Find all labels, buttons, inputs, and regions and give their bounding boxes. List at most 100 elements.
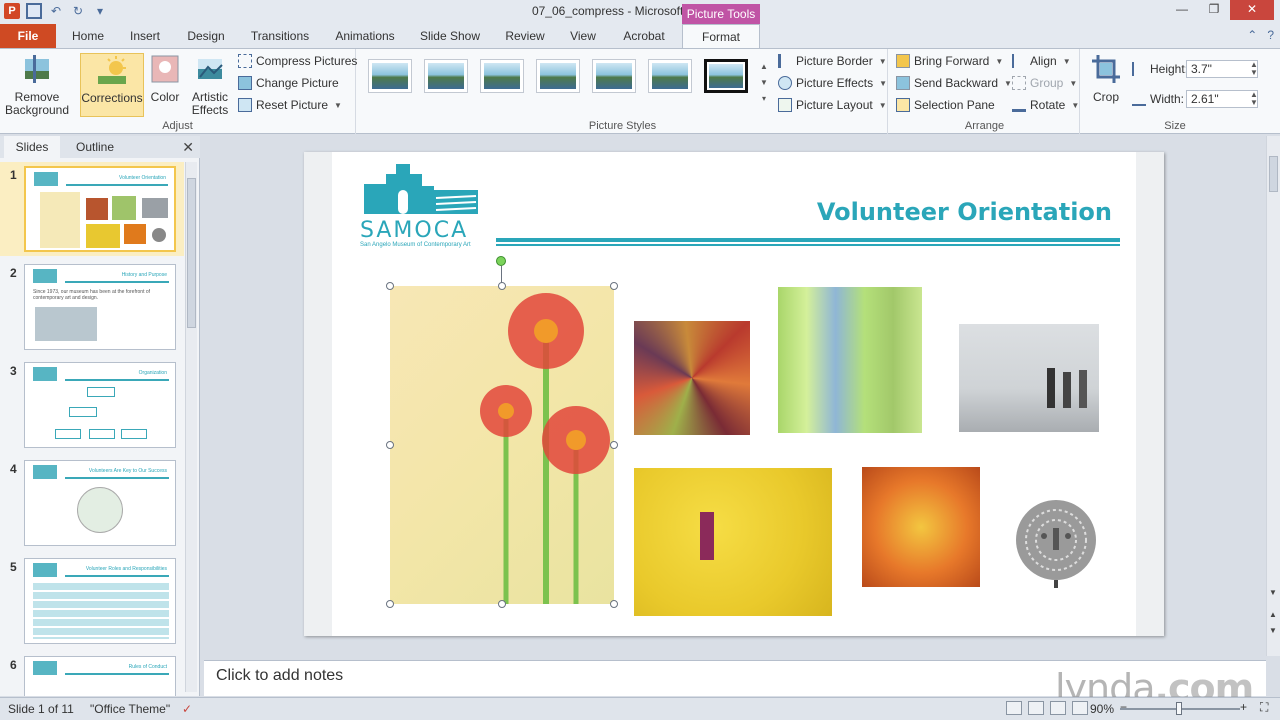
tab-transitions[interactable]: Transitions bbox=[244, 24, 316, 48]
reset-picture-button[interactable]: Reset Picture ▼ bbox=[238, 95, 342, 115]
slide-thumbnail[interactable]: History and Purpose Since 1973, our muse… bbox=[24, 264, 176, 350]
crop-button[interactable]: Crop bbox=[1086, 53, 1126, 104]
rotate-button[interactable]: Rotate ▼ bbox=[1012, 95, 1079, 115]
next-slide-icon[interactable]: ▼ bbox=[1269, 626, 1277, 635]
picture-thumb bbox=[142, 198, 168, 218]
tab-slide-show[interactable]: Slide Show bbox=[414, 24, 486, 48]
slide-thumbnail-row[interactable]: 6 Rules of Conduct bbox=[0, 652, 184, 696]
minimize-button[interactable]: — bbox=[1166, 0, 1198, 20]
slide-thumbnail-row[interactable]: 1 Volunteer Orientation bbox=[0, 162, 184, 256]
width-input[interactable]: 2.61" bbox=[1186, 90, 1258, 108]
resize-handle[interactable] bbox=[610, 441, 618, 449]
tab-slides[interactable]: Slides bbox=[4, 136, 60, 158]
slide-sorter-icon[interactable] bbox=[1028, 701, 1044, 715]
normal-view-icon[interactable] bbox=[1006, 701, 1022, 715]
logo-icon bbox=[33, 269, 57, 283]
send-backward-button[interactable]: Send Backward ▼ bbox=[896, 73, 1012, 93]
remove-background-button[interactable]: Remove Background bbox=[4, 53, 70, 117]
tab-outline[interactable]: Outline bbox=[62, 136, 128, 158]
tab-file[interactable]: File bbox=[0, 24, 56, 48]
resize-handle[interactable] bbox=[498, 600, 506, 608]
orange-painting-picture[interactable] bbox=[862, 467, 980, 587]
spell-check-icon[interactable]: ✓ bbox=[182, 702, 192, 716]
height-input[interactable]: 3.7" bbox=[1186, 60, 1258, 78]
resize-handle[interactable] bbox=[498, 282, 506, 290]
metal-sculpture-picture[interactable] bbox=[1014, 498, 1098, 588]
slide-thumbnail[interactable]: Organization bbox=[24, 362, 176, 448]
slide-title[interactable]: Volunteer Orientation bbox=[817, 198, 1112, 226]
slide-thumbnail-row[interactable]: 5 Volunteer Roles and Responsibilities bbox=[0, 554, 184, 648]
tab-format[interactable]: Format bbox=[682, 24, 760, 49]
slides-pane-scrollbar[interactable] bbox=[185, 162, 197, 692]
picture-style-6[interactable] bbox=[648, 59, 692, 93]
tab-review[interactable]: Review bbox=[500, 24, 550, 48]
plaid-picture[interactable] bbox=[778, 287, 922, 433]
slide-vertical-scrollbar[interactable]: ▼ ▲ ▼ bbox=[1266, 136, 1280, 656]
selection-pane-button[interactable]: Selection Pane bbox=[896, 95, 995, 115]
zoom-in-icon[interactable]: + bbox=[1240, 700, 1247, 714]
scroll-down-icon[interactable]: ▼ bbox=[1269, 588, 1277, 597]
scrollbar-thumb[interactable] bbox=[187, 178, 196, 328]
bring-forward-button[interactable]: Bring Forward ▼ bbox=[896, 51, 1003, 71]
tab-animations[interactable]: Animations bbox=[330, 24, 400, 48]
color-button[interactable]: Color bbox=[146, 53, 184, 104]
zoom-level[interactable]: 90% bbox=[1090, 702, 1114, 716]
slide-canvas[interactable]: SAMOCA San Angelo Museum of Contemporary… bbox=[304, 152, 1164, 636]
fit-to-window-icon[interactable]: ⛶ bbox=[1260, 700, 1268, 715]
yellow-painting-picture[interactable] bbox=[634, 468, 832, 616]
group-button[interactable]: Group ▼ bbox=[1012, 73, 1077, 93]
reading-view-icon[interactable] bbox=[1050, 701, 1066, 715]
scrollbar-thumb[interactable] bbox=[1269, 156, 1278, 192]
resize-handle[interactable] bbox=[610, 282, 618, 290]
rotation-handle[interactable] bbox=[496, 256, 506, 266]
width-spinner[interactable]: ▲ ▼ bbox=[1250, 91, 1258, 107]
effects-icon bbox=[778, 76, 792, 90]
picture-style-4[interactable] bbox=[536, 59, 580, 93]
resize-handle[interactable] bbox=[386, 441, 394, 449]
zoom-out-icon[interactable]: − bbox=[1120, 700, 1127, 714]
resize-handle[interactable] bbox=[386, 600, 394, 608]
zoom-knob[interactable] bbox=[1176, 702, 1182, 715]
picture-style-5[interactable] bbox=[592, 59, 636, 93]
picture-style-3[interactable] bbox=[480, 59, 524, 93]
close-icon[interactable]: ✕ bbox=[182, 139, 194, 156]
picture-style-1[interactable] bbox=[368, 59, 412, 93]
slide-show-icon[interactable] bbox=[1072, 701, 1088, 715]
collapse-ribbon-icon[interactable]: ⌃ bbox=[1247, 28, 1257, 42]
help-icon[interactable]: ? bbox=[1267, 28, 1274, 42]
tab-insert[interactable]: Insert bbox=[122, 24, 168, 48]
resize-handle[interactable] bbox=[386, 282, 394, 290]
close-button[interactable]: ✕ bbox=[1230, 0, 1274, 20]
slide-thumbnail-row[interactable]: 4 Volunteers Are Key to Our Success bbox=[0, 456, 184, 550]
slide-thumbnail[interactable]: Volunteer Roles and Responsibilities bbox=[24, 558, 176, 644]
artistic-effects-button[interactable]: Artistic Effects bbox=[186, 53, 234, 117]
notes-placeholder[interactable]: Click to add notes bbox=[216, 667, 343, 685]
slide-thumbnail[interactable]: Rules of Conduct bbox=[24, 656, 176, 696]
picture-effects-button[interactable]: Picture Effects ▼ bbox=[778, 73, 887, 93]
change-picture-button[interactable]: Change Picture bbox=[238, 73, 339, 93]
tab-home[interactable]: Home bbox=[66, 24, 110, 48]
slide-thumbnail[interactable]: Volunteers Are Key to Our Success bbox=[24, 460, 176, 546]
tab-acrobat[interactable]: Acrobat bbox=[616, 24, 672, 48]
picture-border-button[interactable]: Picture Border ▼ bbox=[778, 51, 887, 71]
corrections-button[interactable]: Corrections bbox=[80, 53, 144, 117]
mosaic-picture[interactable] bbox=[634, 321, 750, 435]
tab-view[interactable]: View bbox=[562, 24, 604, 48]
gallery-photo-picture[interactable] bbox=[959, 324, 1099, 432]
gallery-scroll[interactable]: ▲ ▼ ▾ bbox=[758, 59, 770, 109]
tab-design[interactable]: Design bbox=[182, 24, 230, 48]
flower-picture-selected[interactable] bbox=[390, 286, 614, 604]
height-spinner[interactable]: ▲ ▼ bbox=[1250, 61, 1258, 77]
slide-thumbnail-row[interactable]: 3 Organization bbox=[0, 358, 184, 452]
picture-style-2[interactable] bbox=[424, 59, 468, 93]
picture-layout-button[interactable]: Picture Layout ▼ bbox=[778, 95, 887, 115]
compress-pictures-button[interactable]: Compress Pictures bbox=[238, 51, 357, 71]
maximize-button[interactable]: ❐ bbox=[1198, 0, 1230, 20]
previous-slide-icon[interactable]: ▲ bbox=[1269, 610, 1277, 619]
picture-style-7[interactable] bbox=[704, 59, 748, 93]
slide-thumbnail-row[interactable]: 2 History and Purpose Since 1973, our mu… bbox=[0, 260, 184, 354]
group-adjust: Remove Background Corrections Color Arti… bbox=[0, 49, 357, 134]
slide-thumbnail[interactable]: Volunteer Orientation bbox=[24, 166, 176, 252]
resize-handle[interactable] bbox=[610, 600, 618, 608]
align-button[interactable]: Align ▼ bbox=[1012, 51, 1071, 71]
